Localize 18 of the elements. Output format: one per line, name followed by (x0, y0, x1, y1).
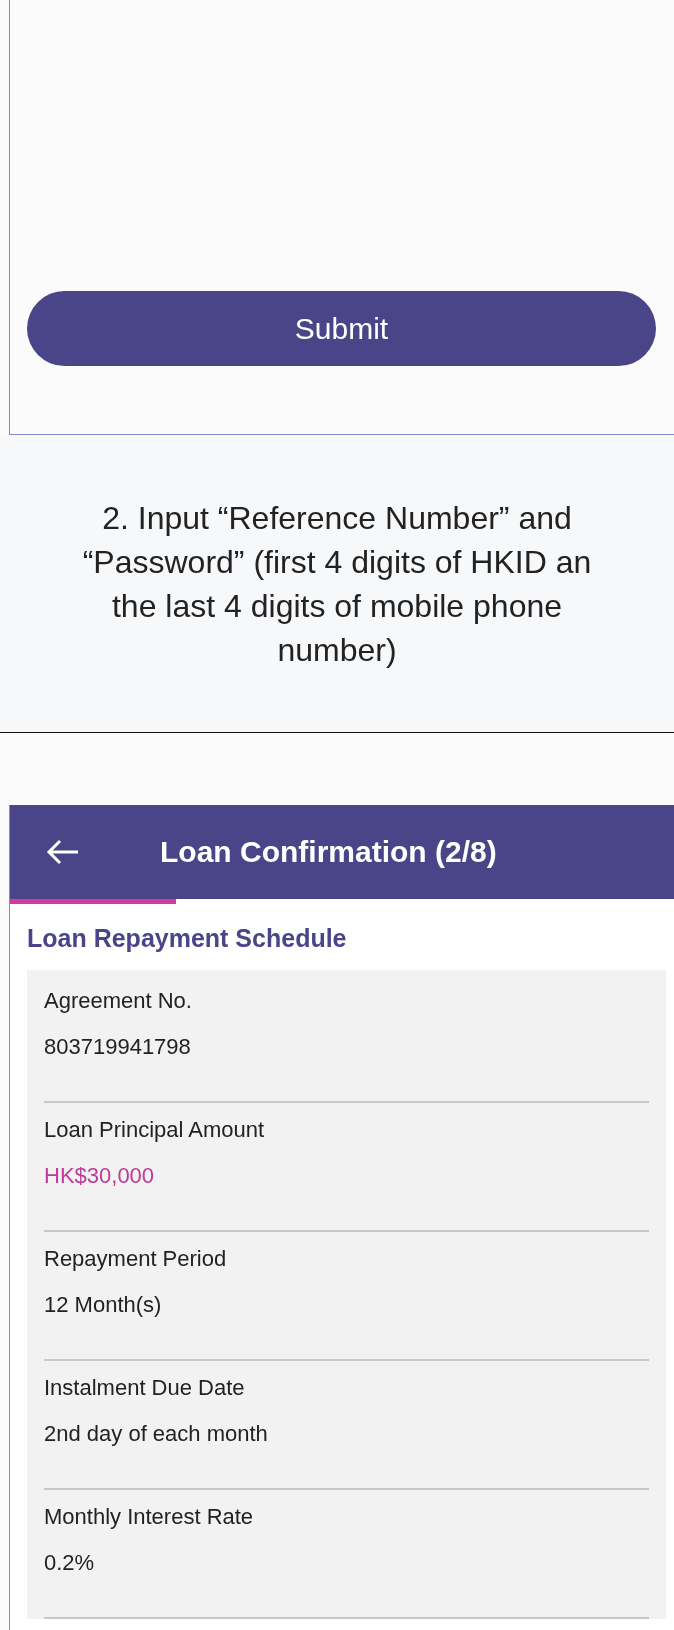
field-label: Loan Principal Amount (44, 1117, 266, 1143)
field-value: 803719941798 (44, 1034, 192, 1060)
field-value: 0.2% (44, 1550, 96, 1576)
field-value: HK$30,000 (44, 1163, 156, 1189)
field-label: Agreement No. (44, 988, 193, 1014)
field-value: 2nd day of each month (44, 1421, 269, 1447)
field-value: 12 Month(s) (44, 1292, 163, 1318)
submit-button[interactable]: Submit (27, 291, 656, 366)
field-label: Instalment Due Date (44, 1375, 246, 1401)
header-title: Loan Confirmation (2/8) (160, 835, 497, 869)
field-label: Monthly Interest Rate (44, 1504, 255, 1530)
field-label: Repayment Period (44, 1246, 228, 1272)
back-arrow-icon[interactable] (46, 839, 80, 865)
section-title: Loan Repayment Schedule (26, 923, 348, 954)
instruction-text: number) (277, 630, 397, 670)
instruction-text: the last 4 digits of mobile phone (111, 586, 563, 626)
instruction-text: “Password” (first 4 digits of HKID an (82, 542, 592, 582)
instruction-text: 2. Input “Reference Number” and (102, 498, 572, 538)
